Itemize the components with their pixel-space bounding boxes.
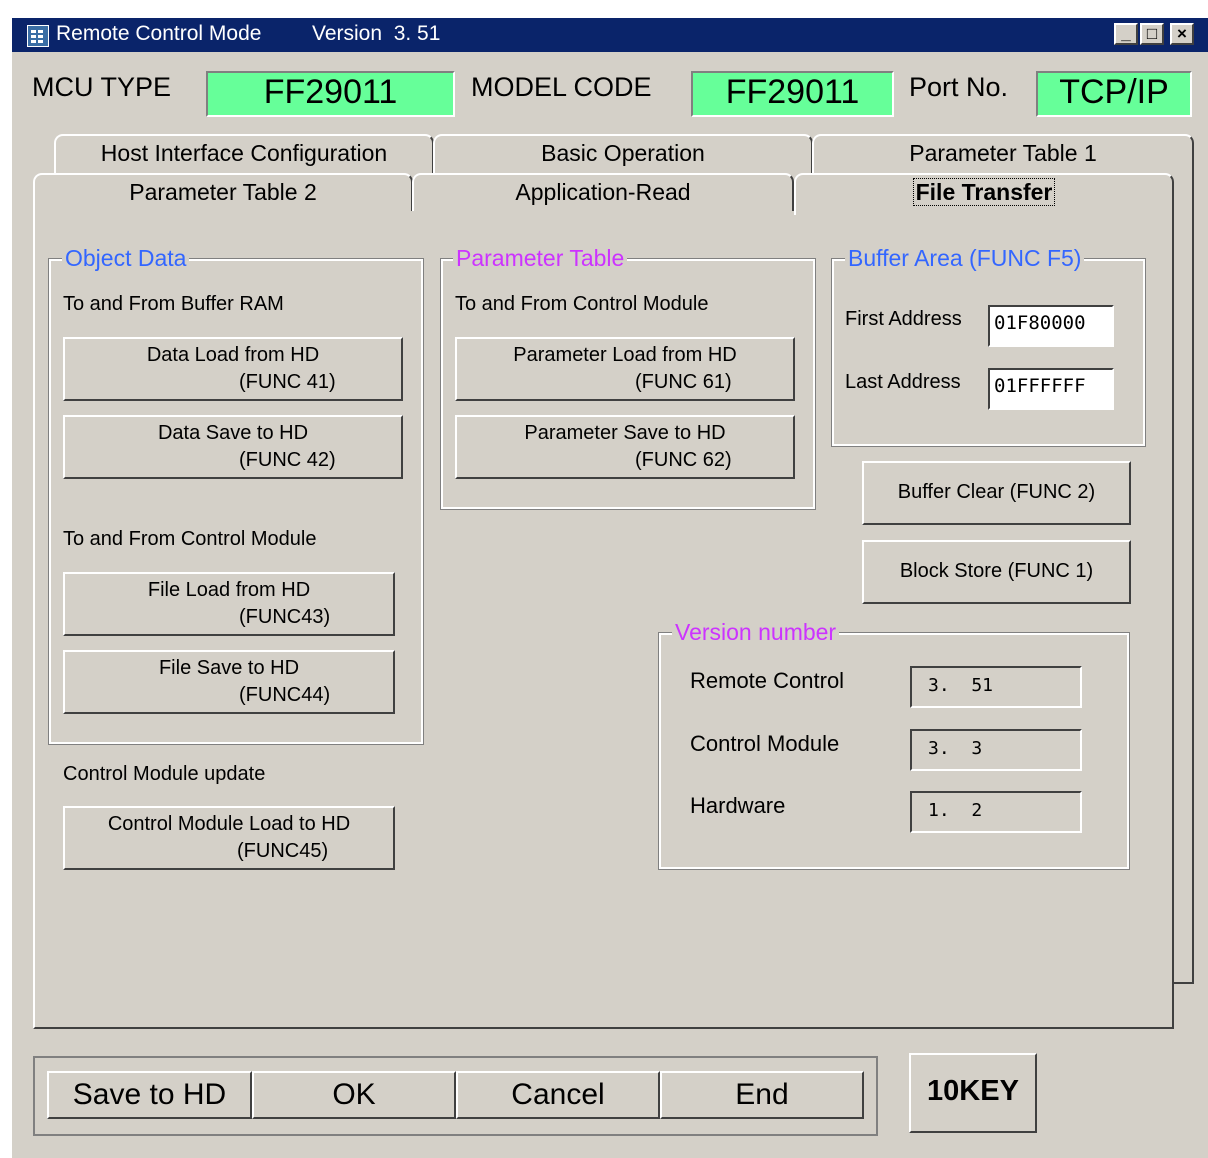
tab-file-transfer-label: File Transfer <box>912 178 1056 206</box>
buffer-clear-label: Buffer Clear (FUNC 2) <box>897 481 1096 503</box>
buffer-area-group <box>831 258 1146 447</box>
block-store-button[interactable]: Block Store (FUNC 1) <box>862 540 1131 604</box>
port-field: TCP/IP <box>1036 71 1192 117</box>
model-code-field: FF29011 <box>691 71 894 117</box>
window-title: Remote Control Mode <box>56 22 262 45</box>
file-load-func: (FUNC43) <box>239 606 331 628</box>
tab-basic-operation[interactable]: Basic Operation <box>433 134 813 174</box>
parameter-table-title: Parameter Table <box>453 245 628 272</box>
hardware-version-value: 1. 2 <box>910 791 1082 833</box>
tab-application-read[interactable]: Application-Read <box>412 173 794 213</box>
object-data-title: Object Data <box>62 245 190 272</box>
model-code-label: MODEL CODE <box>471 72 652 102</box>
last-address-label: Last Address <box>845 371 961 393</box>
parameter-table-subtitle: To and From Control Module <box>455 293 709 315</box>
control-module-version-label: Control Module <box>690 731 840 756</box>
control-module-update-label: Control Module update <box>63 763 266 785</box>
maximize-button[interactable]: □ <box>1140 23 1164 45</box>
minimize-icon: _ <box>1121 24 1131 43</box>
tab-file-transfer[interactable]: File Transfer <box>794 173 1174 215</box>
data-save-button[interactable]: Data Save to HD (FUNC 42) <box>63 415 403 479</box>
file-save-button[interactable]: File Save to HD (FUNC44) <box>63 650 395 714</box>
parameter-load-label: Parameter Load from HD <box>513 344 737 366</box>
file-save-func: (FUNC44) <box>239 684 331 706</box>
mcu-type-label: MCU TYPE <box>32 72 172 102</box>
parameter-load-button[interactable]: Parameter Load from HD (FUNC 61) <box>455 337 795 401</box>
buffer-area-title: Buffer Area (FUNC F5) <box>845 245 1085 272</box>
parameter-load-func: (FUNC 61) <box>635 371 732 393</box>
parameter-save-func: (FUNC 62) <box>635 449 732 471</box>
file-save-label: File Save to HD <box>158 657 300 679</box>
data-save-label: Data Save to HD <box>157 422 309 444</box>
end-button[interactable]: End <box>660 1071 864 1119</box>
mcu-type-field: FF29011 <box>206 71 455 117</box>
version-number-title: Version number <box>672 619 840 646</box>
hardware-version-label: Hardware <box>690 793 786 818</box>
file-load-button[interactable]: File Load from HD (FUNC43) <box>63 572 395 636</box>
data-load-label: Data Load from HD <box>146 344 320 366</box>
data-save-func: (FUNC 42) <box>239 449 336 471</box>
first-address-label: First Address <box>845 308 962 330</box>
data-load-func: (FUNC 41) <box>239 371 336 393</box>
ok-button[interactable]: OK <box>252 1071 456 1119</box>
title-bar[interactable]: Remote Control Mode Version 3. 51 _ □ × <box>12 18 1208 52</box>
app-icon <box>27 25 49 47</box>
parameter-save-button[interactable]: Parameter Save to HD (FUNC 62) <box>455 415 795 479</box>
parameter-save-label: Parameter Save to HD <box>524 422 726 444</box>
last-address-input[interactable]: 01FFFFFF <box>988 368 1114 410</box>
remote-control-version-label: Remote Control <box>690 668 845 693</box>
tab-parameter-table-1-label: Parameter Table 1 <box>909 140 1097 166</box>
close-button[interactable]: × <box>1170 23 1194 45</box>
data-load-button[interactable]: Data Load from HD (FUNC 41) <box>63 337 403 401</box>
first-address-input[interactable]: 01F80000 <box>988 305 1114 347</box>
control-module-load-func: (FUNC45) <box>237 840 329 862</box>
buffer-ram-subtitle: To and From Buffer RAM <box>63 293 284 315</box>
minimize-button[interactable]: _ <box>1114 23 1138 45</box>
save-to-hd-button[interactable]: Save to HD <box>47 1071 252 1119</box>
buffer-clear-button[interactable]: Buffer Clear (FUNC 2) <box>862 461 1131 525</box>
maximize-icon: □ <box>1146 24 1158 43</box>
cancel-button[interactable]: Cancel <box>456 1071 660 1119</box>
tab-host-interface-configuration[interactable]: Host Interface Configuration <box>54 134 434 174</box>
close-icon: × <box>1177 24 1187 43</box>
tenkey-button[interactable]: 10KEY <box>909 1053 1037 1133</box>
remote-control-version-value: 3. 51 <box>910 666 1082 708</box>
remote-control-window: Remote Control Mode Version 3. 51 _ □ × … <box>12 18 1208 1158</box>
control-module-version-value: 3. 3 <box>910 729 1082 771</box>
block-store-label: Block Store (FUNC 1) <box>899 560 1094 582</box>
control-module-subtitle: To and From Control Module <box>63 528 317 550</box>
port-label: Port No. <box>909 72 1009 102</box>
control-module-load-button[interactable]: Control Module Load to HD (FUNC45) <box>63 806 395 870</box>
tab-parameter-table-2[interactable]: Parameter Table 2 <box>33 173 413 213</box>
window-version: Version 3. 51 <box>312 22 441 45</box>
control-module-load-label: Control Module Load to HD <box>107 813 351 835</box>
file-load-label: File Load from HD <box>147 579 311 601</box>
